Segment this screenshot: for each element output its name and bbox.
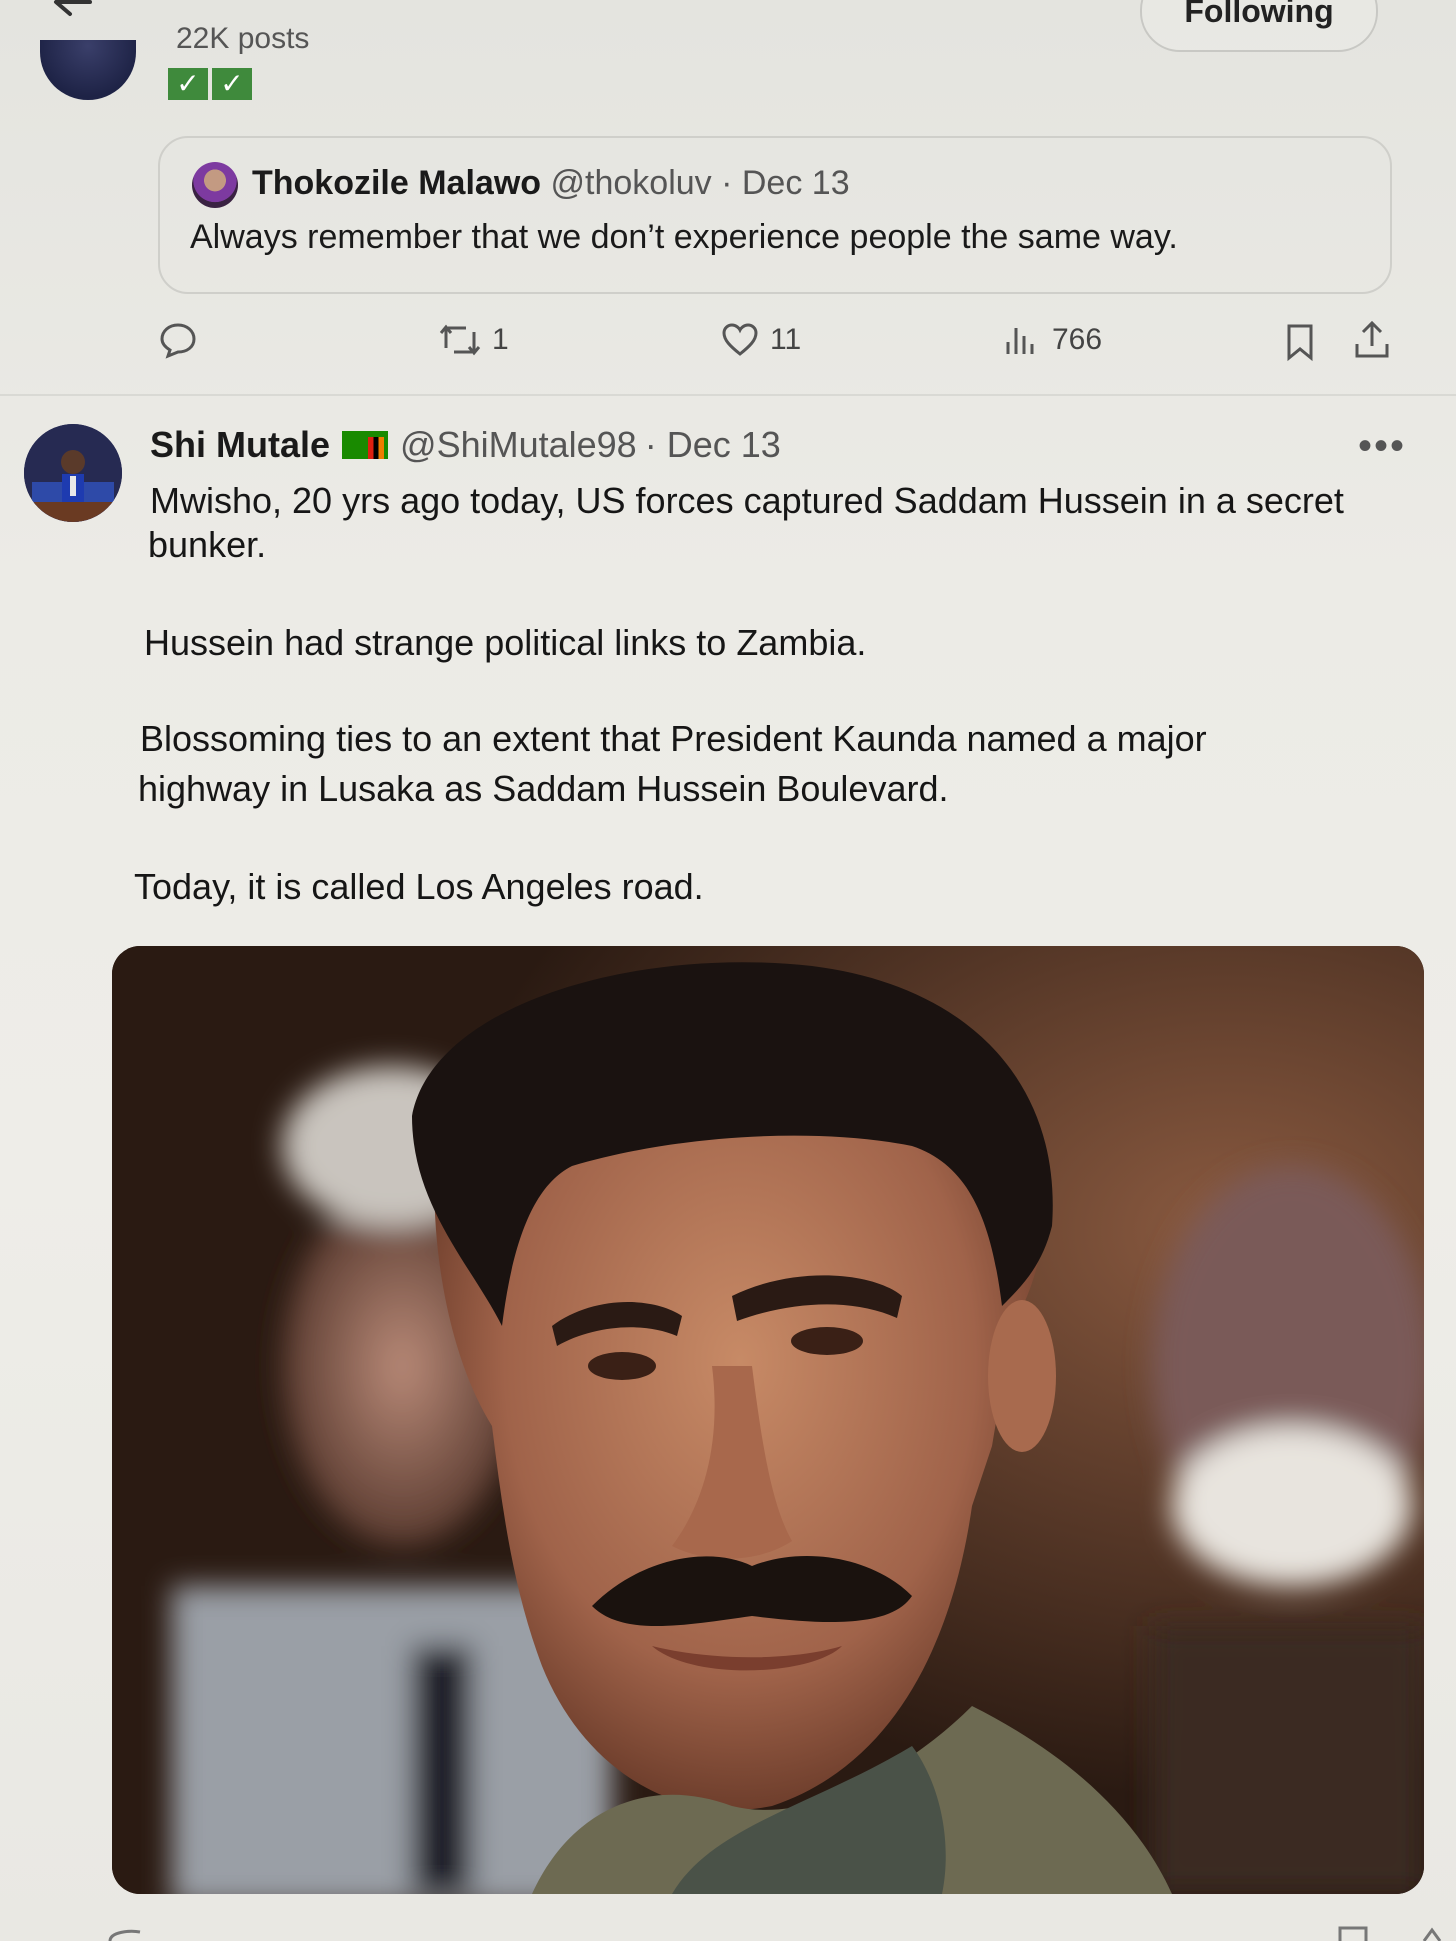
bookmark-icon [1287,324,1313,362]
share-icon [1355,320,1389,358]
share-button[interactable] [1352,320,1392,360]
tweet-text-line: Hussein had strange political links to Z… [144,622,867,663]
back-arrow-icon[interactable] [50,0,94,32]
like-button[interactable]: 11 [720,320,801,360]
quoted-author-name[interactable]: Thokozile Malawo [252,164,541,202]
tweet-text-line: Blossoming ties to an extent that Presid… [140,718,1207,759]
retweet-count: 1 [492,323,509,356]
tweet-text-line: Today, it is called Los Angeles road. [134,866,704,907]
avatar-portrait [24,424,122,522]
profile-name-cut-off: Shi Mutale [176,0,476,8]
profile-avatar[interactable] [40,40,136,100]
reply-icon [160,323,196,359]
reply-button[interactable] [158,320,198,360]
quoted-author-handle[interactable]: @thokoluv [551,164,712,202]
portrait-photo [112,946,1424,1894]
posts-count: 22K posts [176,22,310,55]
bookmark-button[interactable] [1282,322,1318,362]
author-name[interactable]: Shi Mutale [150,424,330,466]
analytics-icon [1006,328,1034,354]
zambia-flag-icon [342,431,389,459]
tweet-text-line: highway in Lusaka as Saddam Hussein Boul… [138,768,949,809]
quoted-author-avatar[interactable] [192,162,238,208]
tweet-divider [0,394,1456,396]
author-handle[interactable]: @ShiMutale98 [400,424,637,466]
views-button[interactable]: 766 [1002,320,1102,360]
following-button[interactable]: Following [1140,0,1378,52]
author-avatar[interactable] [24,424,122,522]
quoted-tweet-date[interactable]: · Dec 13 [721,164,850,202]
tweet-text-line: bunker. [148,524,267,565]
quoted-tweet-card[interactable] [158,136,1392,294]
tweet-date[interactable]: · Dec 13 [645,424,781,466]
quoted-tweet-text: Always remember that we don’t experience… [190,218,1178,256]
quoted-tweet-header: Thokozile Malawo @thokoluv · Dec 13 [252,164,850,203]
tweet-text-line: Mwisho, 20 yrs ago today, US forces capt… [150,480,1344,521]
like-count: 11 [770,323,802,356]
verification-badges: ✓ ✓ [168,68,252,100]
retweet-icon [439,324,481,356]
check-badge-icon: ✓ [168,68,208,100]
next-action-bar-hint [108,1926,1442,1941]
views-count: 766 [1052,323,1103,356]
check-badge-icon: ✓ [212,68,252,100]
heart-icon [722,323,758,356]
tweet-header: Shi Mutale @ShiMutale98 · Dec 13 [150,424,781,466]
retweet-button[interactable]: 1 [438,320,509,360]
tweet-photo[interactable] [112,946,1424,1894]
more-options-button[interactable]: ••• [1358,426,1406,466]
